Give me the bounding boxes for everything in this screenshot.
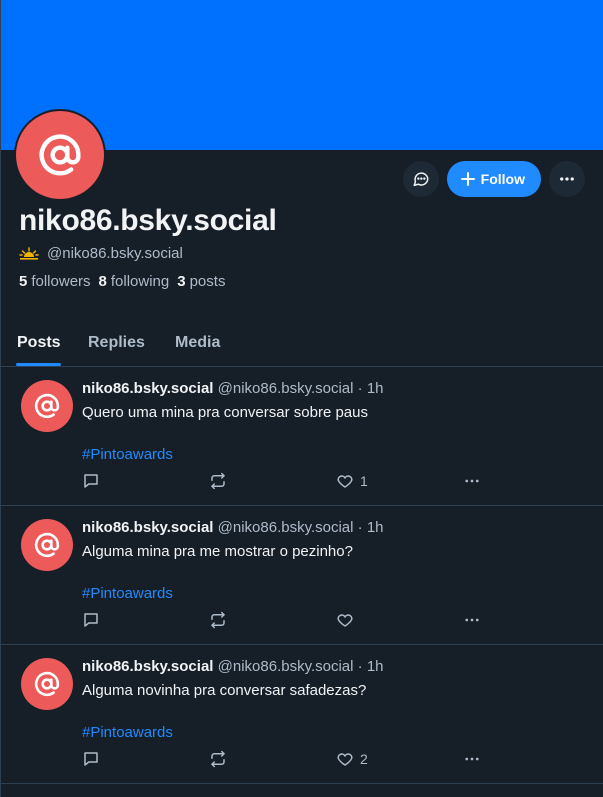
like-count: 1 xyxy=(360,473,368,489)
post-meta: niko86.bsky.social @niko86.bsky.social ·… xyxy=(82,380,384,397)
post-actions xyxy=(82,610,502,630)
posts-stat: 3 posts xyxy=(177,273,225,290)
post-handle[interactable]: @niko86.bsky.social xyxy=(218,519,354,536)
post-avatar[interactable] xyxy=(21,658,73,710)
post-text: Alguma mina pra me mostrar o pezinho? xyxy=(82,543,353,560)
ellipsis-icon xyxy=(465,479,479,483)
profile-avatar[interactable] xyxy=(14,109,106,201)
reply-icon xyxy=(84,613,98,627)
following-stat[interactable]: 8 following xyxy=(99,273,170,290)
post-author[interactable]: niko86.bsky.social xyxy=(82,380,213,397)
profile-display-name: niko86.bsky.social xyxy=(19,204,277,237)
reply-button[interactable] xyxy=(82,471,100,491)
post-handle[interactable]: @niko86.bsky.social xyxy=(218,658,354,675)
at-sign-icon xyxy=(34,671,60,697)
tab-replies[interactable]: Replies xyxy=(88,334,145,352)
post-actions: 1 xyxy=(82,471,502,491)
heart-icon xyxy=(337,475,353,488)
followers-stat[interactable]: 5 followers xyxy=(19,273,91,290)
reply-icon xyxy=(84,474,98,488)
plus-icon xyxy=(460,172,475,186)
posts-count: 3 xyxy=(177,273,186,290)
post-actions: 2 xyxy=(82,749,502,769)
ellipsis-icon xyxy=(465,757,479,761)
repost-button[interactable] xyxy=(209,471,227,491)
sunrise-icon xyxy=(19,246,39,260)
heart-icon xyxy=(337,614,353,627)
message-button[interactable] xyxy=(402,161,439,197)
follow-button[interactable]: Follow xyxy=(446,161,541,197)
like-button[interactable]: 1 xyxy=(336,471,368,491)
followers-label: followers xyxy=(31,273,91,290)
followers-count: 5 xyxy=(19,273,28,290)
ellipsis-icon xyxy=(560,177,574,181)
repost-icon xyxy=(211,472,225,490)
post-avatar[interactable] xyxy=(21,380,73,432)
reply-button[interactable] xyxy=(82,749,100,769)
reply-button[interactable] xyxy=(82,610,100,630)
post-meta: niko86.bsky.social @niko86.bsky.social ·… xyxy=(82,658,384,675)
profile-tabs: Posts Replies Media xyxy=(1,320,603,367)
post-more-button[interactable] xyxy=(463,610,481,630)
chat-bubble-icon xyxy=(413,172,429,187)
repost-icon xyxy=(211,611,225,629)
post-handle[interactable]: @niko86.bsky.social xyxy=(218,380,354,397)
post-text: Alguma novinha pra conversar safadezas? xyxy=(82,682,367,699)
post-time: · 1h xyxy=(353,380,384,397)
at-sign-icon xyxy=(34,393,60,419)
post-time: · 1h xyxy=(353,658,384,675)
tab-media[interactable]: Media xyxy=(175,334,220,352)
post-time: · 1h xyxy=(353,519,384,536)
profile-page: Follow niko86.bsky.social @niko86.bsky.s… xyxy=(0,0,603,797)
post-more-button[interactable] xyxy=(463,749,481,769)
repost-icon xyxy=(211,750,225,768)
heart-icon xyxy=(337,753,353,766)
profile-handle-row: @niko86.bsky.social xyxy=(19,245,183,262)
tab-posts[interactable]: Posts xyxy=(17,334,61,352)
at-sign-icon xyxy=(34,532,60,558)
following-count: 8 xyxy=(98,273,107,290)
post-meta: niko86.bsky.social @niko86.bsky.social ·… xyxy=(82,519,384,536)
follow-label: Follow xyxy=(480,171,525,187)
feed-post[interactable]: niko86.bsky.social @niko86.bsky.social ·… xyxy=(1,645,603,784)
repost-button[interactable] xyxy=(209,610,227,630)
post-avatar[interactable] xyxy=(21,519,73,571)
at-sign-icon xyxy=(39,134,81,176)
reply-icon xyxy=(84,752,98,766)
profile-handle[interactable]: @niko86.bsky.social xyxy=(47,245,183,262)
posts-label: posts xyxy=(189,273,226,290)
repost-button[interactable] xyxy=(209,749,227,769)
profile-stats: 5 followers 8 following 3 posts xyxy=(19,273,225,290)
ellipsis-icon xyxy=(465,618,479,622)
like-button[interactable] xyxy=(336,610,360,630)
more-options-button[interactable] xyxy=(549,161,585,197)
post-text: Quero uma mina pra conversar sobre paus xyxy=(82,404,368,421)
feed-post[interactable]: niko86.bsky.social @niko86.bsky.social ·… xyxy=(1,367,603,506)
post-author[interactable]: niko86.bsky.social xyxy=(82,658,213,675)
post-more-button[interactable] xyxy=(463,471,481,491)
like-count: 2 xyxy=(360,751,368,767)
profile-actions: Follow xyxy=(402,161,585,197)
post-hashtag[interactable]: #Pintoawards xyxy=(82,585,173,602)
post-hashtag[interactable]: #Pintoawards xyxy=(82,724,173,741)
post-hashtag[interactable]: #Pintoawards xyxy=(82,446,173,463)
post-author[interactable]: niko86.bsky.social xyxy=(82,519,213,536)
active-tab-indicator xyxy=(16,363,61,366)
following-label: following xyxy=(110,273,170,290)
feed-post[interactable]: niko86.bsky.social @niko86.bsky.social ·… xyxy=(1,506,603,645)
like-button[interactable]: 2 xyxy=(336,749,368,769)
